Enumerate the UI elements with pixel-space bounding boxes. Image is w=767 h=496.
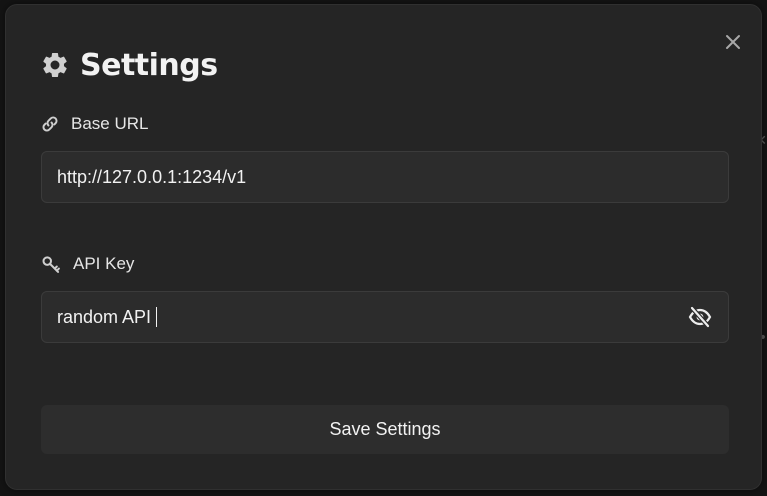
base-url-label-text: Base URL [71,114,149,133]
api-key-label-text: API Key [73,254,135,273]
link-icon [42,116,58,132]
dialog-title: Settings [40,45,218,85]
api-key-input[interactable] [41,291,729,343]
gear-icon [43,52,67,77]
base-url-input[interactable] [41,151,729,203]
close-icon [726,35,740,49]
eye-slash-icon [688,305,712,329]
toggle-visibility-button[interactable] [688,305,712,329]
text-caret [156,307,157,327]
key-icon [42,256,60,273]
base-url-label: Base URL [41,114,148,134]
close-button[interactable] [722,31,744,53]
save-settings-button[interactable]: Save Settings [41,405,729,454]
api-key-label: API Key [41,254,134,274]
page-title: Settings [80,47,218,83]
